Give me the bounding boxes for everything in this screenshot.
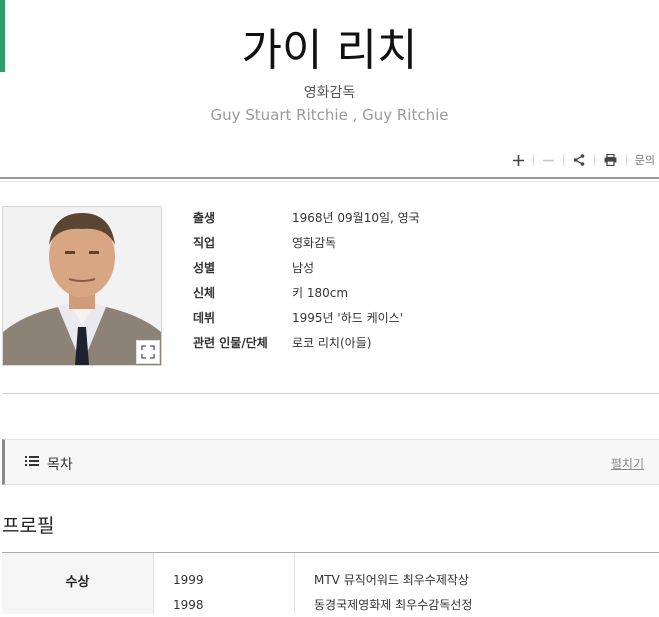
print-button[interactable] <box>595 154 626 166</box>
info-value: 남성 <box>292 261 315 275</box>
info-value: 1995년 '하드 케이스' <box>292 311 404 325</box>
info-value: 영화감독 <box>292 236 337 250</box>
award-desc: MTV 뮤직어워드 최우수제작상 <box>314 573 469 587</box>
portrait-image[interactable] <box>2 206 162 366</box>
table-of-contents: 목차 펼치기 <box>2 439 659 485</box>
info-label: 성별 <box>193 261 216 275</box>
toc-label: 목차 <box>47 457 73 473</box>
article-toolbar: 문의 <box>504 151 657 169</box>
expand-image-button[interactable] <box>136 340 160 364</box>
share-icon <box>573 154 585 166</box>
info-label: 직업 <box>193 236 216 250</box>
info-row-debut: 데뷔 1995년 '하드 케이스' <box>193 305 420 330</box>
awards-header: 수상 <box>2 553 154 614</box>
section-divider <box>2 393 659 394</box>
list-icon <box>25 456 39 466</box>
zoom-in-button[interactable] <box>504 154 533 166</box>
info-row-related: 관련 인물/단체 로코 리치(아들) <box>193 330 420 355</box>
awards-table: 수상 1999 1998 MTV 뮤직어워드 최우수제작상 동경국제영화제 최우… <box>2 552 659 614</box>
info-value: 키 180cm <box>292 286 349 300</box>
award-year: 1999 <box>173 572 204 587</box>
english-name: Guy Stuart Ritchie , Guy Ritchie <box>210 106 449 124</box>
toc-expand-link[interactable]: 펼치기 <box>611 455 644 472</box>
plus-icon <box>512 154 524 166</box>
info-row-birth: 출생 1968년 09월10일, 영국 <box>193 205 420 230</box>
award-year: 1998 <box>173 597 204 612</box>
info-row-gender: 성별 남성 <box>193 255 420 280</box>
info-label: 관련 인물/단체 <box>193 336 268 350</box>
info-table: 출생 1968년 09월10일, 영국 직업 영화감독 성별 남성 신체 키 1… <box>193 205 420 355</box>
profile-heading: 프로필 <box>2 515 55 537</box>
info-row-job: 직업 영화감독 <box>193 230 420 255</box>
info-label: 신체 <box>193 286 216 300</box>
inquiry-link[interactable]: 문의 <box>627 152 657 168</box>
awards-desc-column: MTV 뮤직어워드 최우수제작상 동경국제영화제 최우수감독선정 <box>295 553 659 614</box>
expand-icon <box>141 345 155 359</box>
header-divider <box>0 177 659 179</box>
info-value: 1968년 09월10일, 영국 <box>292 211 420 225</box>
zoom-out-button[interactable] <box>534 155 563 166</box>
awards-year-column: 1999 1998 <box>154 553 295 614</box>
award-desc: 동경국제영화제 최우수감독선정 <box>314 598 473 612</box>
info-value: 로코 리치(아들) <box>292 336 372 350</box>
page-title: 가이 리치 <box>241 25 418 76</box>
occupation-subtitle: 영화감독 <box>303 85 356 101</box>
info-row-body: 신체 키 180cm <box>193 280 420 305</box>
share-button[interactable] <box>564 154 594 166</box>
print-icon <box>604 154 617 166</box>
info-label: 출생 <box>193 211 216 225</box>
info-label: 데뷔 <box>193 311 216 325</box>
header-divider-light <box>0 181 659 182</box>
minus-icon <box>542 159 554 161</box>
